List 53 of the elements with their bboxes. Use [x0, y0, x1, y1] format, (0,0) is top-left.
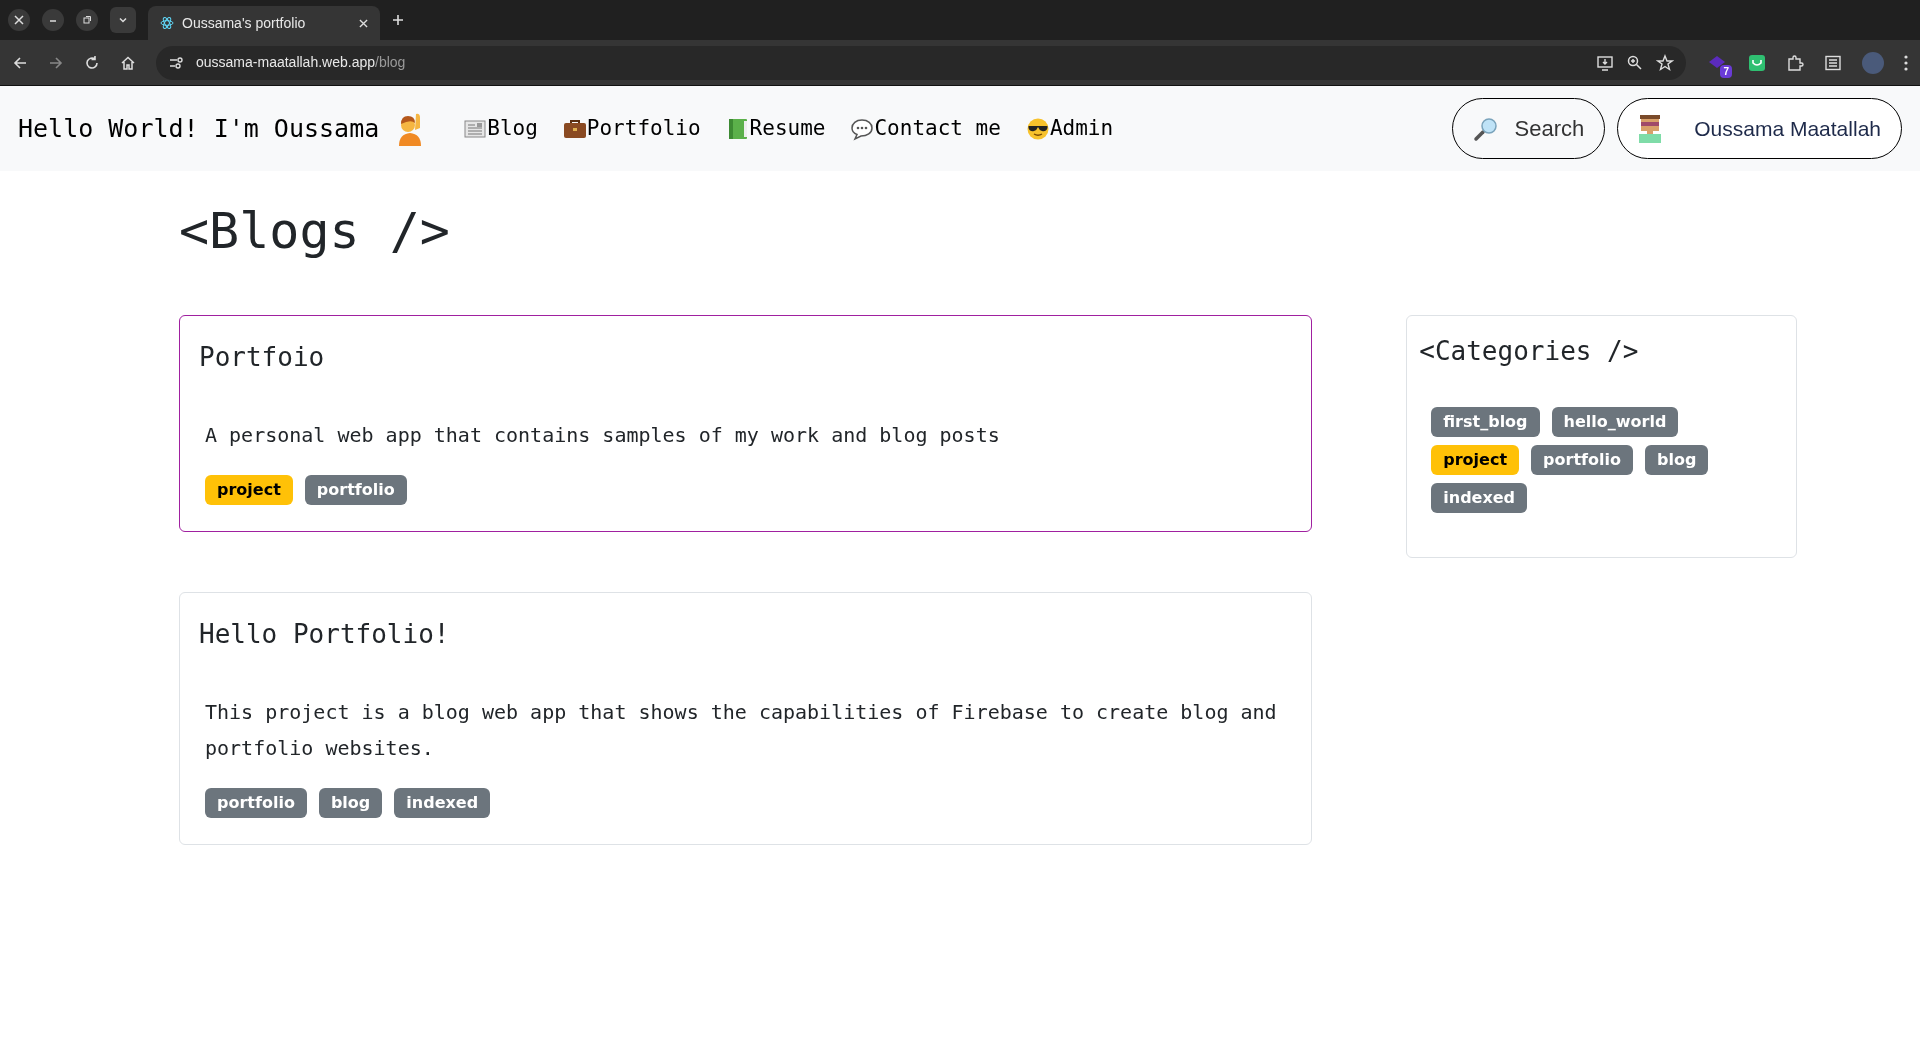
tag-badge[interactable]: indexed: [1431, 483, 1528, 513]
tag-badge[interactable]: portfolio: [1531, 445, 1633, 475]
post-title: Portfoio: [199, 341, 326, 374]
side-panel-icon[interactable]: [1824, 53, 1842, 72]
nav-link[interactable]: Admin: [1025, 112, 1114, 145]
post-summary: A personal web app that contains samples of my work and blog posts: [204, 422, 1001, 449]
categories-title: <Categories />: [1419, 335, 1640, 368]
user-button[interactable]: Oussama Maatallah: [1617, 98, 1902, 159]
brand-text[interactable]: Hello World! I'm Oussama: [18, 109, 380, 148]
home-icon[interactable]: [120, 54, 136, 71]
extension-icon[interactable]: [1748, 53, 1766, 72]
bookmark-star-icon[interactable]: [1656, 53, 1674, 72]
pixel-avatar-icon: [1638, 114, 1663, 143]
back-icon[interactable]: [12, 54, 28, 71]
blog-post-card[interactable]: Hello Portfolio! This project is a blog web app that shows the capabilities of Firebase to create blog and portfolio websites. portfolio blog indexed: [179, 592, 1313, 845]
nav-link[interactable]: Contact me: [850, 112, 1001, 145]
page-title: <Blogs />: [179, 201, 451, 261]
close-icon[interactable]: [8, 9, 30, 31]
extension-badge: 7: [1720, 64, 1732, 78]
menu-icon[interactable]: [1904, 54, 1908, 71]
forward-icon[interactable]: [48, 54, 64, 71]
minimize-icon[interactable]: [42, 9, 64, 31]
tag-badge[interactable]: first_blog: [1431, 407, 1540, 437]
nav-link[interactable]: Blog: [463, 112, 538, 145]
tag-badge[interactable]: blog: [1644, 445, 1709, 475]
tag-badge[interactable]: portfolio: [304, 475, 407, 505]
install-app-icon[interactable]: [1596, 53, 1614, 72]
browser-tab[interactable]: Oussama's portfolio: [148, 6, 380, 40]
tab-title: Oussama's portfolio: [182, 13, 307, 33]
address-bar[interactable]: oussama-maatallah.web.app/blog: [156, 45, 1686, 80]
restore-icon[interactable]: [76, 9, 98, 31]
url-text: oussama-maatallah.web.app/blog: [196, 53, 406, 72]
site-settings-icon[interactable]: [168, 54, 184, 71]
tag-badge[interactable]: hello_world: [1551, 407, 1679, 437]
sunglasses-face-icon: [1025, 116, 1050, 141]
tag-badge[interactable]: blog: [318, 788, 383, 818]
post-summary: This project is a blog web app that shows the capabilities of Firebase to create blog and portfolio websites.: [204, 699, 1278, 762]
tag-badge[interactable]: indexed: [394, 788, 491, 818]
tag-badge[interactable]: project: [1431, 445, 1520, 475]
tag-badge[interactable]: project: [205, 475, 293, 505]
nav-link[interactable]: Portfolio: [562, 112, 701, 145]
post-title: Hello Portfolio!: [199, 618, 451, 651]
atom-icon: [160, 16, 174, 30]
zoom-icon[interactable]: [1626, 53, 1644, 72]
nav-link[interactable]: Resume: [725, 112, 826, 145]
blog-post-card[interactable]: Portfoio A personal web app that contains samples of my work and blog posts project portfolio: [179, 315, 1313, 532]
reload-icon[interactable]: [84, 54, 100, 71]
new-tab-icon[interactable]: [392, 14, 404, 26]
speech-bubble-icon: [850, 116, 875, 141]
puzzle-icon[interactable]: [1786, 53, 1804, 72]
tag-badge[interactable]: portfolio: [205, 788, 307, 818]
search-icon: [1472, 115, 1499, 142]
close-tab-icon[interactable]: [359, 18, 368, 28]
